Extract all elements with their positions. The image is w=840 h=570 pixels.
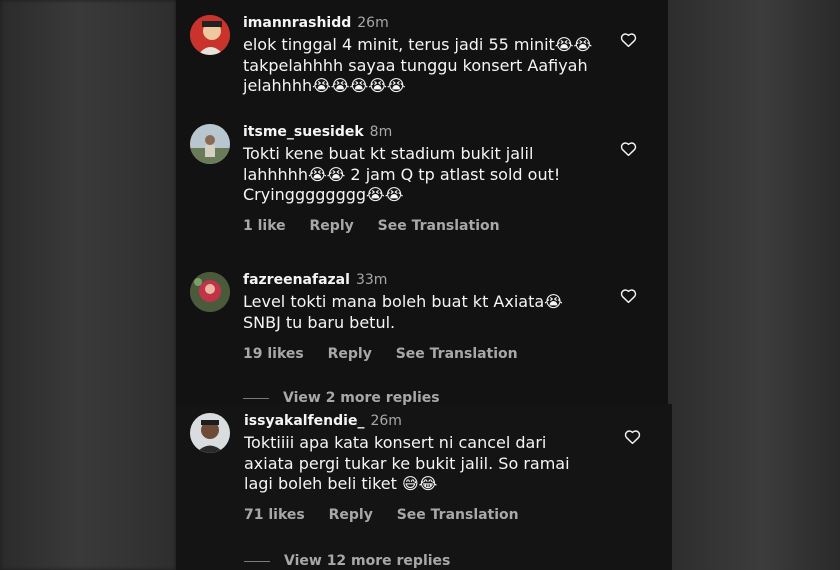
likes-count[interactable]: 1 like xyxy=(243,218,286,234)
comment-username[interactable]: fazreenafazal 33m xyxy=(243,272,387,288)
likes-count[interactable]: 19 likes xyxy=(243,346,304,362)
comment-time: 26m xyxy=(370,413,402,429)
avatar[interactable] xyxy=(190,272,230,312)
divider xyxy=(243,397,269,399)
divider xyxy=(244,560,270,562)
likes-count[interactable]: 71 likes xyxy=(244,507,305,523)
background-left xyxy=(0,0,176,570)
comment-text: Level tokti mana boleh buat kt Axiata😭 S… xyxy=(243,292,563,332)
comment-time: 33m xyxy=(355,272,388,288)
comment-text: elok tinggal 4 minit, terus jadi 55 mini… xyxy=(243,35,593,95)
comment-username[interactable]: imannrashidd 26m xyxy=(243,15,389,31)
avatar[interactable] xyxy=(190,15,230,55)
heart-outline-icon[interactable] xyxy=(624,429,641,445)
avatar[interactable] xyxy=(190,124,230,164)
see-translation-button[interactable]: See Translation xyxy=(396,346,518,362)
reply-button[interactable]: Reply xyxy=(310,218,354,234)
view-more-replies-button[interactable]: View 12 more replies xyxy=(244,553,450,569)
heart-outline-icon[interactable] xyxy=(620,288,637,304)
reply-button[interactable]: Reply xyxy=(328,346,372,362)
comment-actions: 71 likes Reply See Translation xyxy=(244,507,538,523)
background-right xyxy=(668,0,840,570)
comment-text: Toktiiii apa kata konsert ni cancel dari… xyxy=(244,433,570,493)
comment-actions: 19 likes Reply See Translation xyxy=(243,346,537,362)
see-translation-button[interactable]: See Translation xyxy=(397,507,519,523)
see-translation-button[interactable]: See Translation xyxy=(378,218,500,234)
heart-outline-icon[interactable] xyxy=(620,32,637,48)
comment-actions: 1 like Reply See Translation xyxy=(243,218,519,234)
comment-text: Tokti kene buat kt stadium bukit jalil l… xyxy=(243,144,561,204)
heart-outline-icon[interactable] xyxy=(620,141,637,157)
comment-time: 26m xyxy=(357,15,389,31)
comment-time: 8m xyxy=(369,124,393,140)
avatar[interactable] xyxy=(190,413,230,453)
comment-username[interactable]: issyakalfendie_ 26m xyxy=(244,413,402,429)
reply-button[interactable]: Reply xyxy=(329,507,373,523)
view-more-replies-button[interactable]: View 2 more replies xyxy=(243,390,440,406)
comment-username[interactable]: itsme_suesidek 8m xyxy=(243,124,392,140)
